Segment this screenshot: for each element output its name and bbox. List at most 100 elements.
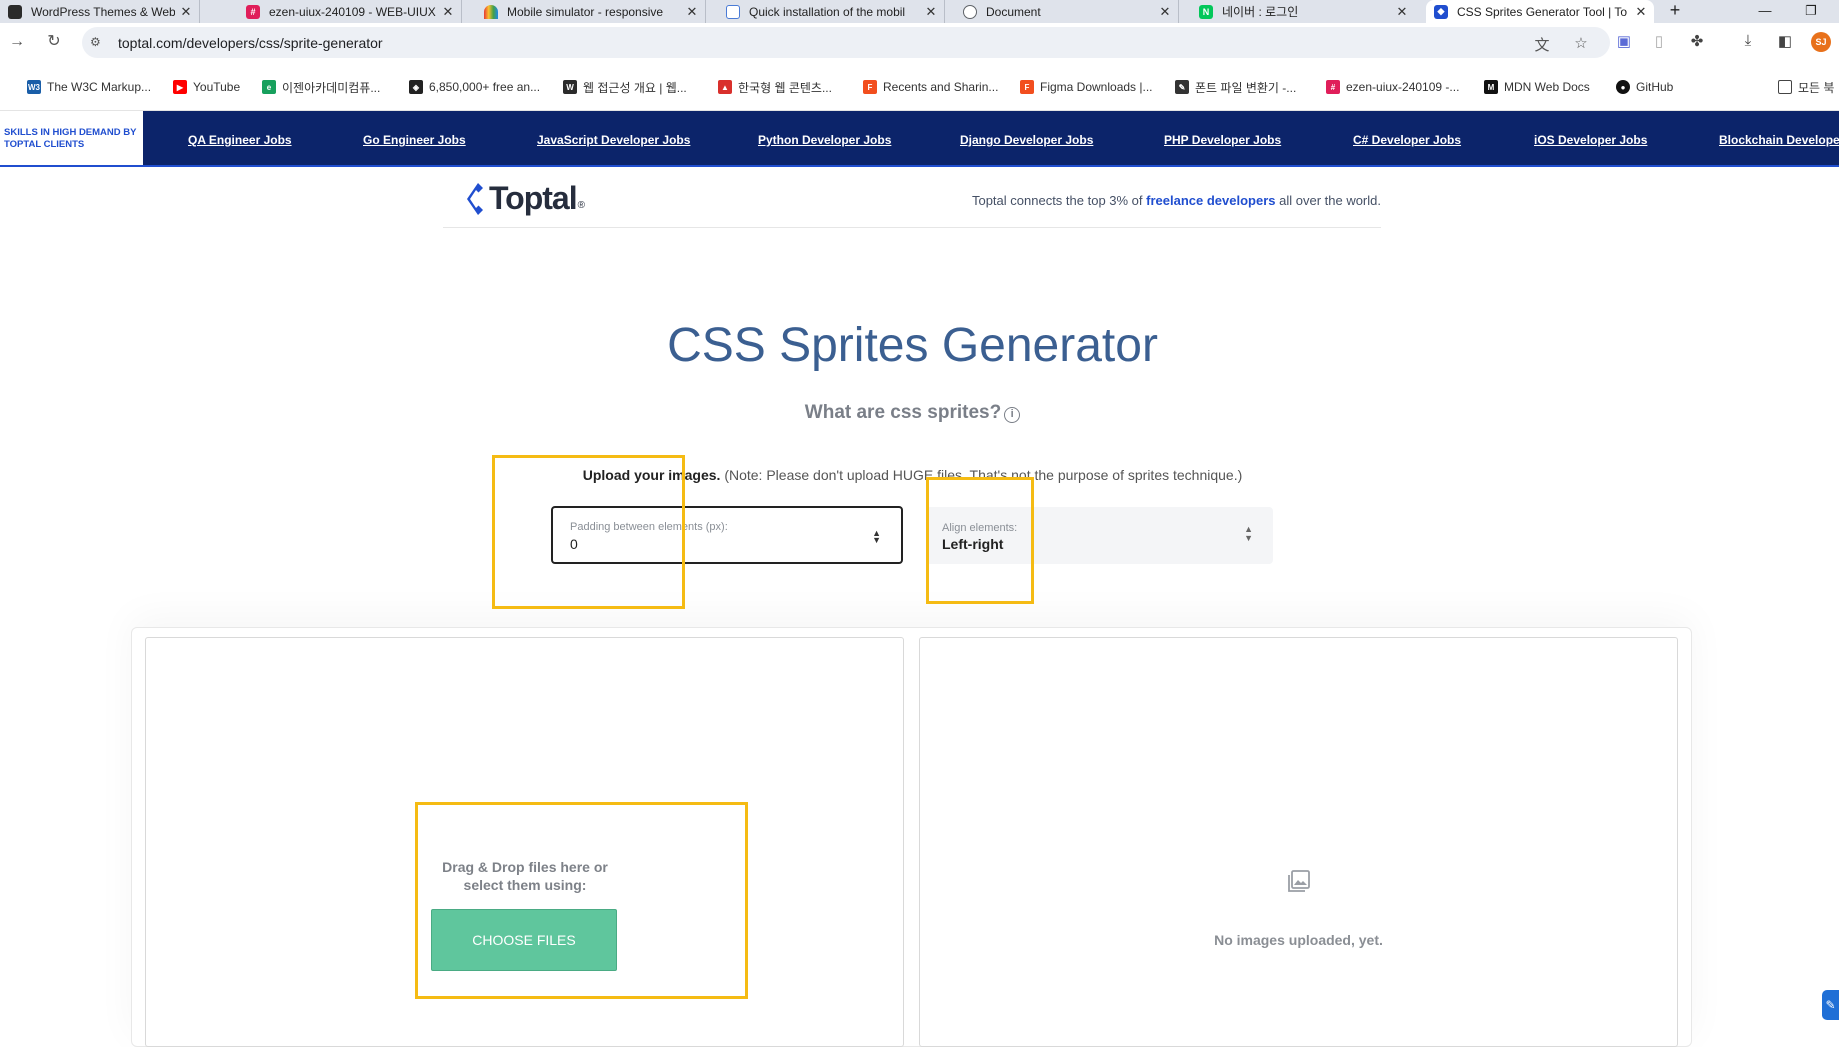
bookmark-w3c[interactable]: W3 The W3C Markup... <box>27 78 151 96</box>
tab-mobile-simulator[interactable]: Mobile simulator - responsive ✕ <box>478 0 706 23</box>
extensions-puzzle-icon[interactable]: ✤ <box>1686 32 1708 50</box>
forward-icon[interactable]: → <box>6 31 28 53</box>
close-tab-icon[interactable]: ✕ <box>179 4 193 20</box>
bookmark-free[interactable]: ◈ 6,850,000+ free an... <box>409 78 540 96</box>
align-elements-select[interactable]: Align elements: Left-right ▲ ▼ <box>926 507 1273 564</box>
nav-link-blockchain-developer[interactable]: Blockchain Developer Jobs <box>1719 133 1839 147</box>
slack-icon: # <box>246 4 260 19</box>
tab-naver[interactable]: N 네이버 : 로그인 ✕ <box>1193 0 1415 23</box>
close-tab-icon[interactable]: ✕ <box>1158 4 1172 20</box>
wrench-icon: ✎ <box>1175 80 1189 94</box>
bookmark-mdn[interactable]: M MDN Web Docs <box>1484 78 1590 96</box>
download-icon[interactable]: ⤓ <box>1737 32 1759 49</box>
bookmark-label: The W3C Markup... <box>47 80 152 94</box>
choose-files-button[interactable]: CHOOSE FILES <box>431 909 617 971</box>
bookmark-label: MDN Web Docs <box>1504 80 1590 94</box>
new-tab-button[interactable]: + <box>1660 0 1690 23</box>
close-tab-icon[interactable]: ✕ <box>1634 4 1648 20</box>
upload-instructions: Upload your images. (Note: Please don't … <box>0 467 1825 483</box>
tab-quick-installation[interactable]: Quick installation of the mobil ✕ <box>720 0 945 23</box>
floating-pen-icon[interactable]: ✎ <box>1822 990 1839 1020</box>
close-tab-icon[interactable]: ✕ <box>924 4 938 20</box>
nav-link-django-developer[interactable]: Django Developer Jobs <box>960 133 1093 147</box>
padding-label: Padding between elements (px): <box>570 521 728 533</box>
figma-icon: F <box>1020 80 1034 94</box>
tab-wordpress[interactable]: WordPress Themes & Website ✕ <box>0 0 200 23</box>
toptal-logo[interactable]: Toptal ® <box>465 180 585 217</box>
padding-input[interactable]: Padding between elements (px): 0 ▲ ▼ <box>551 506 903 564</box>
freelance-developers-link[interactable]: freelance developers <box>1146 193 1275 208</box>
bookmark-label: 모든 북 <box>1798 80 1835 95</box>
pdf-icon: ▲ <box>718 80 732 94</box>
tagline-text: Toptal connects the top 3% of <box>971 193 1147 208</box>
drop-zone[interactable] <box>145 637 904 1047</box>
skills-nav-bar: Skills in high demand by Toptal clients … <box>0 111 1839 167</box>
nav-link-csharp-developer[interactable]: C# Developer Jobs <box>1353 133 1461 147</box>
device-icon[interactable]: ▯ <box>1648 32 1670 50</box>
tab-title: CSS Sprites Generator Tool | To <box>1457 4 1628 19</box>
bookmark-label: GitHub <box>1636 80 1674 94</box>
bookmark-all[interactable]: 모든 북 <box>1778 78 1834 96</box>
select-arrows-icon[interactable]: ▲ ▼ <box>1244 525 1253 543</box>
nav-link-ios-developer[interactable]: iOS Developer Jobs <box>1534 133 1647 147</box>
bookmark-github[interactable]: ● GitHub <box>1616 78 1673 96</box>
close-tab-icon[interactable]: ✕ <box>685 4 699 20</box>
drag-drop-text: Drag & Drop files here or select them us… <box>442 859 608 893</box>
youtube-icon: ▶ <box>173 80 187 94</box>
tab-document[interactable]: Document ✕ <box>957 0 1179 23</box>
minimize-icon[interactable]: — <box>1750 0 1780 23</box>
nav-link-qa-engineer[interactable]: QA Engineer Jobs <box>188 133 292 147</box>
profile-avatar[interactable]: SJ <box>1811 32 1831 52</box>
side-panel-icon[interactable]: ◧ <box>1774 32 1796 50</box>
bookmark-ezen[interactable]: e 이젠아카데미컴퓨... <box>262 78 380 96</box>
bookmark-label: Recents and Sharin... <box>883 80 999 94</box>
bookmark-slack[interactable]: # ezen-uiux-240109 -... <box>1326 78 1459 96</box>
site-info-icon[interactable]: ⚙ <box>90 35 101 49</box>
padding-value[interactable]: 0 <box>570 536 578 552</box>
bookmark-figma-recents[interactable]: F Recents and Sharin... <box>863 78 998 96</box>
slack-icon: # <box>1326 80 1340 94</box>
info-icon[interactable]: i <box>1004 407 1021 423</box>
bookmark-label: Figma Downloads |... <box>1040 80 1153 94</box>
bookmark-star-icon[interactable]: ☆ <box>1571 34 1591 52</box>
logo-text: Toptal <box>489 180 578 216</box>
what-are-text[interactable]: What are css sprites? <box>805 402 1001 423</box>
align-selected-value[interactable]: Left-right <box>942 536 1003 552</box>
bookmark-label: YouTube <box>193 80 241 94</box>
no-images-message: No images uploaded, yet. <box>1214 932 1383 948</box>
bookmark-korean-web[interactable]: ▲ 한국형 웹 콘텐츠... <box>718 78 832 96</box>
number-spinner-icon[interactable]: ▲ ▼ <box>872 529 881 545</box>
bookmark-web-accessibility[interactable]: W 웹 접근성 개요 | 웹... <box>563 78 687 96</box>
bookmark-font-converter[interactable]: ✎ 폰트 파일 변환기 -... <box>1175 78 1296 96</box>
align-label: Align elements: <box>942 522 1018 534</box>
nav-link-go-engineer[interactable]: Go Engineer Jobs <box>363 133 466 147</box>
bookmark-label: ezen-uiux-240109 -... <box>1346 80 1460 94</box>
upload-heading: Upload your images. <box>582 467 721 483</box>
translate-icon[interactable]: 文 <box>1532 34 1552 55</box>
reload-icon[interactable]: ↻ <box>43 31 65 53</box>
url-text[interactable]: toptal.com/developers/css/sprite-generat… <box>118 35 383 51</box>
nav-link-php-developer[interactable]: PHP Developer Jobs <box>1164 133 1281 147</box>
tab-slack[interactable]: # ezen-uiux-240109 - WEB-UIUX ✕ <box>240 0 462 23</box>
w3c-icon: W3 <box>27 80 41 94</box>
restore-icon[interactable]: ❐ <box>1796 0 1826 23</box>
registered-mark: ® <box>577 200 585 211</box>
bookmark-figma-downloads[interactable]: F Figma Downloads |... <box>1020 78 1153 96</box>
bookmarks-bar: W3 The W3C Markup... ▶ YouTube e 이젠아카데미컴퓨..… <box>0 62 1839 111</box>
wordpress-icon <box>8 4 22 19</box>
close-tab-icon[interactable]: ✕ <box>441 4 455 20</box>
nav-link-javascript-developer[interactable]: JavaScript Developer Jobs <box>537 133 690 147</box>
what-are-css-sprites[interactable]: What are css sprites? i <box>0 402 1825 424</box>
web-icon: W <box>563 80 577 94</box>
ezen-icon: e <box>262 80 276 94</box>
site-header: Toptal ® Toptal connects the top 3% of f… <box>443 167 1381 228</box>
close-tab-icon[interactable]: ✕ <box>1395 4 1409 20</box>
bookmark-label: 6,850,000+ free an... <box>429 80 541 94</box>
address-bar[interactable]: ⚙ toptal.com/developers/css/sprite-gener… <box>82 27 1610 58</box>
rainbow-icon <box>484 4 498 19</box>
extension-icon[interactable]: ▣ <box>1613 32 1635 50</box>
tab-css-sprites-active[interactable]: ◆ CSS Sprites Generator Tool | To ✕ <box>1426 0 1654 23</box>
nav-link-python-developer[interactable]: Python Developer Jobs <box>758 133 891 147</box>
toptal-icon: ◆ <box>1434 4 1448 19</box>
bookmark-youtube[interactable]: ▶ YouTube <box>173 78 240 96</box>
